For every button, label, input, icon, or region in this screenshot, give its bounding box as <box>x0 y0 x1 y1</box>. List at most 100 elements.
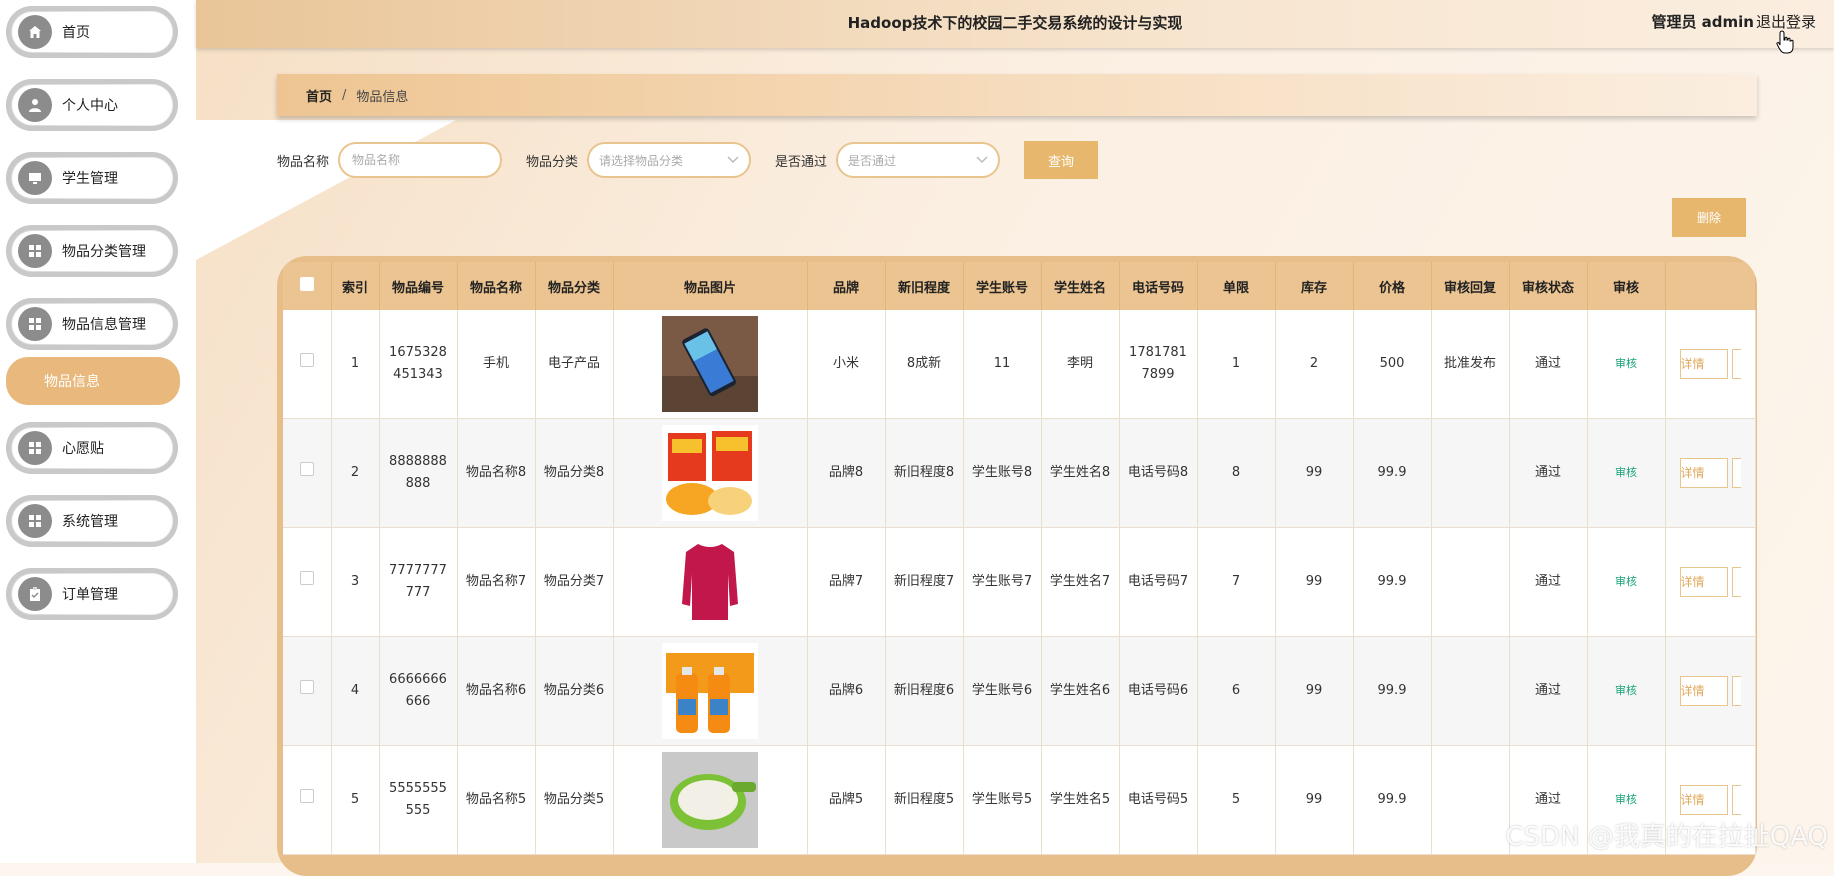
sidebar-subitem-item-info[interactable]: 物品信息 <box>6 357 180 405</box>
select-all-cell <box>283 262 332 310</box>
edit-button[interactable] <box>1731 676 1741 706</box>
actions-cell: 详情 <box>1665 636 1756 746</box>
price-cell: 99.9 <box>1353 418 1432 528</box>
item-name-label: 物品名称 <box>277 154 330 170</box>
row-checkbox[interactable] <box>299 462 314 476</box>
item-code-cell: 8888888888 <box>379 418 458 528</box>
audit-status-cell: 通过 <box>1509 636 1588 746</box>
item-category-cell: 物品分类8 <box>535 418 614 528</box>
audit-cell: 审核 <box>1587 418 1666 528</box>
sidebar-item-wish-post[interactable]: 心愿贴 <box>6 422 178 474</box>
audit-reply-cell <box>1431 636 1510 746</box>
index-cell: 4 <box>331 636 380 746</box>
actions-cell: 详情 <box>1665 310 1756 419</box>
item-category-cell: 物品分类5 <box>535 745 614 855</box>
audit-status-cell: 通过 <box>1509 418 1588 528</box>
audit-cell: 审核 <box>1587 527 1666 637</box>
phone-cell: 17817817899 <box>1119 310 1198 419</box>
index-cell: 3 <box>331 527 380 637</box>
item-code-cell: 7777777777 <box>379 527 458 637</box>
edit-button[interactable] <box>1731 458 1741 488</box>
audit-link[interactable]: 审核 <box>1615 357 1637 370</box>
audit-link[interactable]: 审核 <box>1615 575 1637 588</box>
column-header: 索引 <box>331 262 380 310</box>
sidebar-item-home[interactable]: 首页 <box>6 6 178 58</box>
stock-cell: 99 <box>1275 527 1354 637</box>
audit-link[interactable]: 审核 <box>1615 466 1637 479</box>
price-cell: 99.9 <box>1353 636 1432 746</box>
index-cell: 1 <box>331 310 380 419</box>
phone-cell: 电话号码7 <box>1119 527 1198 637</box>
watermark: CSDN @我真的在拉扯QAQ <box>1505 822 1828 852</box>
detail-button[interactable]: 详情 <box>1679 349 1728 379</box>
index-cell: 5 <box>331 745 380 855</box>
sidebar-item-student-management[interactable]: 学生管理 <box>6 152 178 204</box>
detail-button[interactable]: 详情 <box>1679 676 1728 706</box>
sidebar-item-personal-center[interactable]: 个人中心 <box>6 79 178 131</box>
table-row[interactable]: 3 7777777777 物品名称7 物品分类7 品牌7 新旧程度7 学生账号7… <box>283 527 1756 637</box>
table-row[interactable]: 1 1675328451343 手机 电子产品 小米 8成新 11 李明 178… <box>283 310 1756 419</box>
delete-button[interactable]: 删除 <box>1672 198 1746 237</box>
passed-placeholder: 是否通过 <box>848 153 897 168</box>
actions-cell: 详情 <box>1665 527 1756 637</box>
item-name-cell: 物品名称7 <box>457 527 536 637</box>
index-cell: 2 <box>331 418 380 528</box>
item-category-cell: 电子产品 <box>535 310 614 419</box>
sidebar-item-order-management[interactable]: 订单管理 <box>6 568 178 620</box>
phone-cell: 电话号码8 <box>1119 418 1198 528</box>
stock-cell: 99 <box>1275 636 1354 746</box>
table-row[interactable]: 2 8888888888 物品名称8 物品分类8 品牌8 新旧程度8 学生账号8… <box>283 418 1756 528</box>
breadcrumb-home[interactable]: 首页 <box>306 86 332 105</box>
sidebar-item-label: 订单管理 <box>62 587 118 603</box>
sidebar-item-item-info-management[interactable]: 物品信息管理 <box>6 298 178 350</box>
row-checkbox[interactable] <box>299 571 314 585</box>
row-select-cell <box>283 745 332 855</box>
stock-cell: 99 <box>1275 745 1354 855</box>
row-checkbox[interactable] <box>299 680 314 694</box>
detail-button[interactable]: 详情 <box>1679 785 1728 815</box>
student-name-cell: 李明 <box>1041 310 1120 419</box>
column-header: 电话号码 <box>1119 262 1198 310</box>
row-checkbox[interactable] <box>299 353 314 367</box>
table-row[interactable]: 4 6666666666 物品名称6 物品分类6 品牌6 新旧程度6 学生账号6… <box>283 636 1756 746</box>
row-select-cell <box>283 310 332 419</box>
actions-header <box>1665 262 1756 310</box>
limit-cell: 5 <box>1197 745 1276 855</box>
item-code-cell: 1675328451343 <box>379 310 458 419</box>
column-header: 新旧程度 <box>885 262 964 310</box>
phone-cell: 电话号码6 <box>1119 636 1198 746</box>
edit-button[interactable] <box>1731 785 1741 815</box>
breadcrumb-current: 物品信息 <box>356 89 409 105</box>
select-all-checkbox[interactable] <box>299 277 314 291</box>
detail-button[interactable]: 详情 <box>1679 458 1728 488</box>
detail-button[interactable]: 详情 <box>1679 567 1728 597</box>
row-checkbox[interactable] <box>299 789 314 803</box>
sidebar-item-category-management[interactable]: 物品分类管理 <box>6 225 178 277</box>
sidebar-item-system-management[interactable]: 系统管理 <box>6 495 178 547</box>
limit-cell: 7 <box>1197 527 1276 637</box>
edit-button[interactable] <box>1731 567 1741 597</box>
price-cell: 99.9 <box>1353 745 1432 855</box>
edit-button[interactable] <box>1731 349 1741 379</box>
column-header: 价格 <box>1353 262 1432 310</box>
row-select-cell <box>283 418 332 528</box>
column-header: 单限 <box>1197 262 1276 310</box>
query-button[interactable]: 查询 <box>1024 141 1099 179</box>
item-name-cell: 物品名称8 <box>457 418 536 528</box>
audit-cell: 审核 <box>1587 636 1666 746</box>
audit-link[interactable]: 审核 <box>1615 793 1637 806</box>
item-name-input[interactable] <box>338 142 503 178</box>
passed-select[interactable]: 是否通过 <box>836 142 1001 178</box>
brand-cell: 品牌6 <box>807 636 886 746</box>
student-account-cell: 学生账号7 <box>963 527 1042 637</box>
condition-cell: 新旧程度5 <box>885 745 964 855</box>
brand-cell: 品牌7 <box>807 527 886 637</box>
item-name-cell: 物品名称5 <box>457 745 536 855</box>
item-name-cell: 手机 <box>457 310 536 419</box>
audit-link[interactable]: 审核 <box>1615 684 1637 697</box>
item-category-select[interactable]: 请选择物品分类 <box>587 142 752 178</box>
item-image-cell <box>613 745 808 855</box>
price-cell: 99.9 <box>1353 527 1432 637</box>
column-header: 审核 <box>1587 262 1666 310</box>
logout-link[interactable]: 退出登录 <box>1756 11 1816 32</box>
